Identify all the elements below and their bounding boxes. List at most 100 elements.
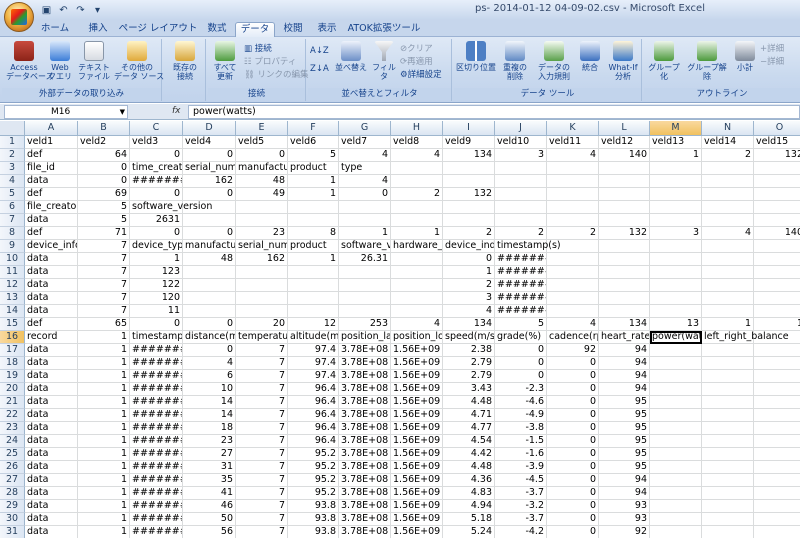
cell-D9[interactable]: manufacturer bbox=[183, 240, 236, 253]
cell-L19[interactable]: 94 bbox=[599, 370, 650, 383]
cell-C21[interactable]: ######## bbox=[130, 396, 183, 409]
filter-button[interactable]: フィルタ bbox=[370, 41, 398, 81]
cell-G23[interactable]: 3.78E+08 bbox=[339, 422, 391, 435]
sort-desc-button[interactable]: Z↓A bbox=[310, 63, 329, 75]
cell-H6[interactable] bbox=[391, 201, 443, 214]
cell-H24[interactable]: 1.56E+09 bbox=[391, 435, 443, 448]
cell-M31[interactable] bbox=[650, 526, 702, 538]
cell-C18[interactable]: ######## bbox=[130, 357, 183, 370]
cell-G28[interactable]: 3.78E+08 bbox=[339, 487, 391, 500]
cell-N11[interactable] bbox=[702, 266, 754, 279]
row-header[interactable]: 1 bbox=[0, 136, 25, 149]
cell-A27[interactable]: data bbox=[25, 474, 78, 487]
cell-L10[interactable] bbox=[599, 253, 650, 266]
cell-H31[interactable]: 1.56E+09 bbox=[391, 526, 443, 538]
cell-D14[interactable] bbox=[183, 305, 236, 318]
cell-I11[interactable]: 1 bbox=[443, 266, 495, 279]
cell-E17[interactable]: 7 bbox=[236, 344, 288, 357]
cell-G7[interactable] bbox=[339, 214, 391, 227]
cell-M18[interactable] bbox=[650, 357, 702, 370]
reapply-button[interactable]: ⟳再適用 bbox=[400, 56, 433, 68]
cell-I24[interactable]: 4.54 bbox=[443, 435, 495, 448]
row-header[interactable]: 17 bbox=[0, 344, 25, 357]
cell-E22[interactable]: 7 bbox=[236, 409, 288, 422]
cell-M23[interactable] bbox=[650, 422, 702, 435]
cell-A18[interactable]: data bbox=[25, 357, 78, 370]
column-header-G[interactable]: G bbox=[339, 121, 391, 136]
cell-I21[interactable]: 4.48 bbox=[443, 396, 495, 409]
cell-C4[interactable]: ######## bbox=[130, 175, 183, 188]
cell-A14[interactable]: data bbox=[25, 305, 78, 318]
cell-F27[interactable]: 95.2 bbox=[288, 474, 339, 487]
cell-N26[interactable] bbox=[702, 461, 754, 474]
cell-I15[interactable]: 134 bbox=[443, 318, 495, 331]
cell-C3[interactable]: time_created bbox=[130, 162, 183, 175]
row-header[interactable]: 25 bbox=[0, 448, 25, 461]
cell-N30[interactable] bbox=[702, 513, 754, 526]
cell-H21[interactable]: 1.56E+09 bbox=[391, 396, 443, 409]
cell-J28[interactable]: -3.7 bbox=[495, 487, 547, 500]
cell-E28[interactable]: 7 bbox=[236, 487, 288, 500]
web-query-button[interactable]: Web クエリ bbox=[46, 41, 74, 81]
cell-H3[interactable] bbox=[391, 162, 443, 175]
cell-H22[interactable]: 1.56E+09 bbox=[391, 409, 443, 422]
cell-D30[interactable]: 50 bbox=[183, 513, 236, 526]
cell-F20[interactable]: 96.4 bbox=[288, 383, 339, 396]
cell-M16[interactable]: power(watts) bbox=[650, 331, 702, 344]
cell-H25[interactable]: 1.56E+09 bbox=[391, 448, 443, 461]
select-all-button[interactable] bbox=[0, 121, 25, 136]
cell-N27[interactable] bbox=[702, 474, 754, 487]
row-header[interactable]: 29 bbox=[0, 500, 25, 513]
column-header-J[interactable]: J bbox=[495, 121, 547, 136]
consolidate-button[interactable]: 統合 bbox=[576, 41, 604, 72]
cell-J5[interactable] bbox=[495, 188, 547, 201]
cell-H9[interactable]: hardware_version bbox=[391, 240, 443, 253]
cell-K20[interactable]: 0 bbox=[547, 383, 599, 396]
row-header[interactable]: 7 bbox=[0, 214, 25, 227]
cell-I28[interactable]: 4.83 bbox=[443, 487, 495, 500]
cell-E29[interactable]: 7 bbox=[236, 500, 288, 513]
cell-O2[interactable]: 132 bbox=[754, 149, 800, 162]
cell-A2[interactable]: def bbox=[25, 149, 78, 162]
cell-D17[interactable]: 0 bbox=[183, 344, 236, 357]
cell-D13[interactable] bbox=[183, 292, 236, 305]
cell-B21[interactable]: 1 bbox=[78, 396, 130, 409]
cell-L9[interactable] bbox=[599, 240, 650, 253]
cell-C31[interactable]: ######## bbox=[130, 526, 183, 538]
cell-M27[interactable] bbox=[650, 474, 702, 487]
cell-K13[interactable] bbox=[547, 292, 599, 305]
cell-M4[interactable] bbox=[650, 175, 702, 188]
cell-G2[interactable]: 4 bbox=[339, 149, 391, 162]
cell-J20[interactable]: -2.3 bbox=[495, 383, 547, 396]
cell-M11[interactable] bbox=[650, 266, 702, 279]
cell-B30[interactable]: 1 bbox=[78, 513, 130, 526]
row-header[interactable]: 18 bbox=[0, 357, 25, 370]
cell-B8[interactable]: 71 bbox=[78, 227, 130, 240]
cell-J23[interactable]: -3.8 bbox=[495, 422, 547, 435]
cell-E2[interactable]: 0 bbox=[236, 149, 288, 162]
cell-L16[interactable]: heart_rate(bpm) bbox=[599, 331, 650, 344]
cell-J1[interactable]: veld10 bbox=[495, 136, 547, 149]
cell-A22[interactable]: data bbox=[25, 409, 78, 422]
properties-button[interactable]: ☷ プロパティ bbox=[244, 56, 296, 68]
cell-O14[interactable] bbox=[754, 305, 800, 318]
column-header-C[interactable]: C bbox=[130, 121, 183, 136]
cell-D21[interactable]: 14 bbox=[183, 396, 236, 409]
cell-N13[interactable] bbox=[702, 292, 754, 305]
cell-B27[interactable]: 1 bbox=[78, 474, 130, 487]
cell-O22[interactable] bbox=[754, 409, 800, 422]
cell-F11[interactable] bbox=[288, 266, 339, 279]
cell-L1[interactable]: veld12 bbox=[599, 136, 650, 149]
cell-C6[interactable]: software_version bbox=[130, 201, 212, 214]
cell-A7[interactable]: data bbox=[25, 214, 78, 227]
cell-D15[interactable]: 0 bbox=[183, 318, 236, 331]
column-header-M[interactable]: M bbox=[650, 121, 702, 136]
cell-H4[interactable] bbox=[391, 175, 443, 188]
cell-G12[interactable] bbox=[339, 279, 391, 292]
row-header[interactable]: 30 bbox=[0, 513, 25, 526]
cell-G9[interactable]: software_version bbox=[339, 240, 391, 253]
cell-N7[interactable] bbox=[702, 214, 754, 227]
cell-G13[interactable] bbox=[339, 292, 391, 305]
cell-I20[interactable]: 3.43 bbox=[443, 383, 495, 396]
cell-C14[interactable]: 11 bbox=[130, 305, 183, 318]
